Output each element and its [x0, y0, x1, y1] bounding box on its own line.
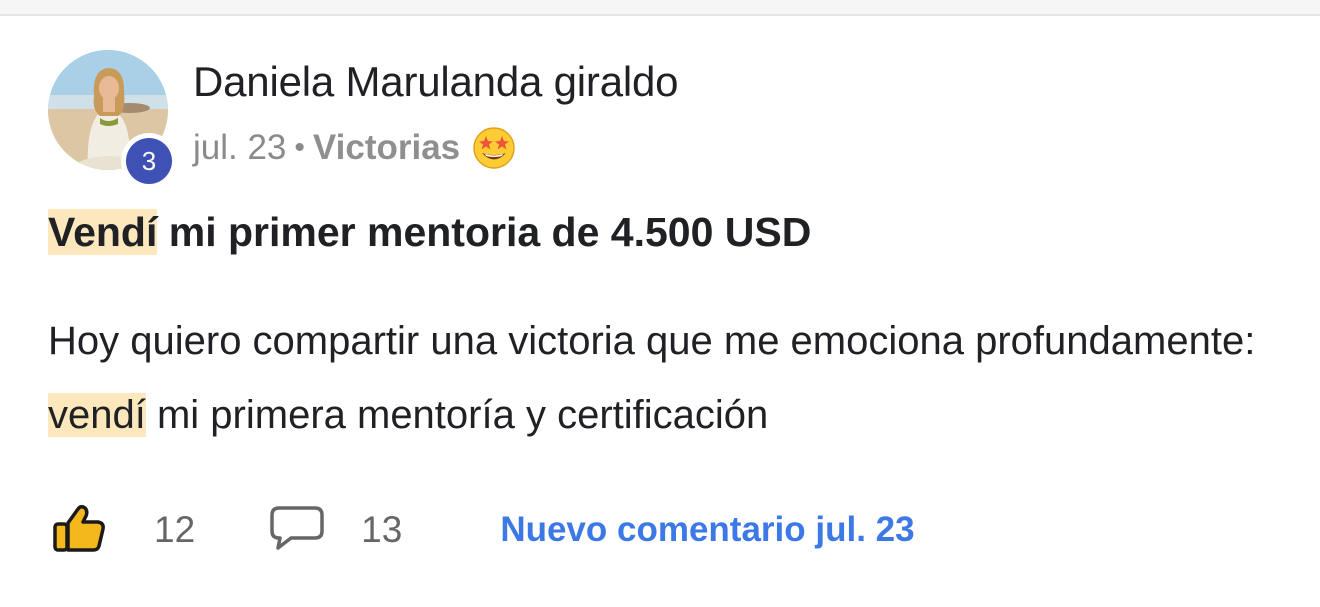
title-rest: mi primer mentoria de 4.500 USD: [157, 209, 812, 255]
comments-button[interactable]: 13: [269, 505, 402, 556]
like-button[interactable]: 12: [52, 503, 195, 558]
body-text-end: mi primera mentoría y certificación: [145, 393, 769, 437]
author-name[interactable]: Daniela Marulanda giraldo: [193, 58, 679, 106]
top-divider: [0, 0, 1320, 16]
post-title[interactable]: Vendí mi primer mentoria de 4.500 USD: [48, 209, 811, 256]
author-avatar-container[interactable]: 3: [48, 50, 177, 189]
meta-separator: •: [294, 131, 305, 164]
body-highlight: vendí: [48, 393, 146, 437]
post-category[interactable]: Victorias: [313, 128, 460, 168]
post-actions: 12 13 Nuevo comentario jul. 23: [52, 504, 915, 556]
new-comment-link[interactable]: Nuevo comentario jul. 23: [500, 510, 914, 550]
body-text-start: Hoy quiero compartir una victoria que me…: [48, 319, 1256, 363]
likes-count: 12: [154, 509, 196, 550]
post-meta: jul. 23 • Victorias: [193, 126, 516, 170]
thumbs-up-icon[interactable]: [52, 503, 106, 558]
post-card[interactable]: 3 Daniela Marulanda giraldo jul. 23 • Vi…: [0, 16, 1320, 607]
title-highlight: Vendí: [48, 209, 158, 255]
level-number: 3: [126, 138, 172, 184]
post-date: jul. 23: [193, 128, 287, 167]
comment-bubble-icon[interactable]: [269, 505, 325, 556]
comments-count: 13: [361, 509, 403, 550]
level-badge: 3: [121, 133, 177, 189]
post-body[interactable]: Hoy quiero compartir una victoria que me…: [48, 304, 1288, 452]
star-struck-emoji-icon: [472, 126, 516, 170]
